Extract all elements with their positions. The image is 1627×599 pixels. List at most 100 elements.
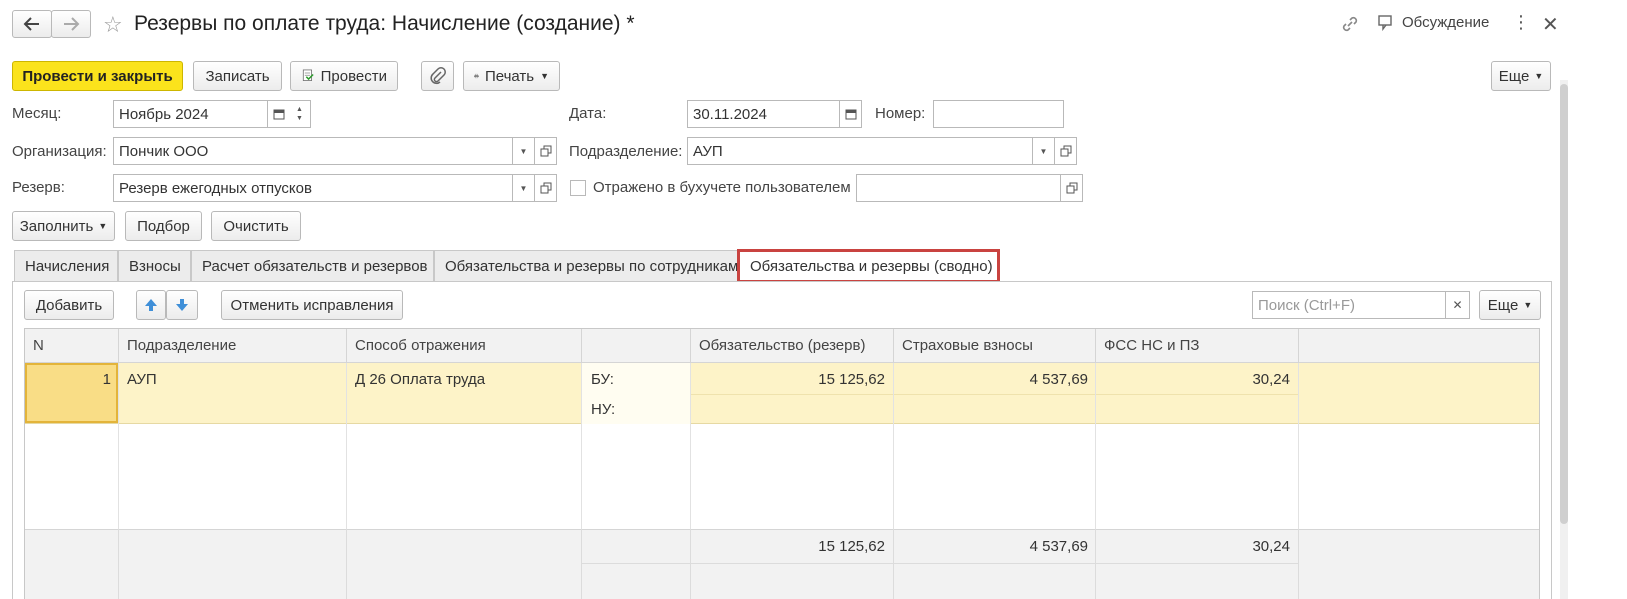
total-insurance: 4 537,69 bbox=[1029, 538, 1088, 555]
chevron-down-icon: ▼ bbox=[540, 71, 549, 81]
calendar-icon bbox=[273, 109, 284, 120]
fill-button[interactable]: Заполнить ▼ bbox=[12, 211, 115, 241]
print-label: Печать bbox=[484, 67, 535, 85]
more-button[interactable]: Еще ▼ bbox=[1491, 61, 1551, 91]
column-header-account-type[interactable] bbox=[582, 329, 691, 363]
chevron-down-icon: ▼ bbox=[519, 146, 528, 156]
chevron-down-icon: ▼ bbox=[1039, 146, 1048, 156]
more-label: Еще bbox=[1498, 67, 1530, 85]
link-icon[interactable] bbox=[1340, 14, 1360, 38]
post-button[interactable]: Провести bbox=[290, 61, 398, 91]
column-header-fss[interactable]: ФСС НС и ПЗ bbox=[1096, 329, 1299, 363]
reserve-open-button[interactable] bbox=[535, 174, 557, 202]
move-down-button[interactable] bbox=[166, 290, 198, 320]
back-button[interactable] bbox=[12, 10, 52, 38]
discussion-label: Обсуждение bbox=[1402, 14, 1490, 31]
chat-icon bbox=[1378, 14, 1392, 31]
subdivision-field[interactable]: АУП bbox=[687, 137, 1033, 165]
printer-icon bbox=[474, 73, 479, 79]
subdivision-label: Подразделение: bbox=[569, 143, 683, 160]
reflected-field[interactable] bbox=[856, 174, 1061, 202]
row-fss-bu: 30,24 bbox=[1252, 371, 1290, 388]
table-more-label: Еще bbox=[1487, 296, 1519, 314]
organization-label: Организация: bbox=[12, 143, 107, 160]
number-label: Номер: bbox=[875, 105, 926, 122]
month-label: Месяц: bbox=[12, 105, 62, 122]
calendar-button[interactable] bbox=[268, 100, 290, 128]
attach-button[interactable] bbox=[421, 61, 454, 91]
tab-accruals[interactable]: Начисления bbox=[14, 250, 118, 282]
organization-field[interactable]: Пончик ООО bbox=[113, 137, 513, 165]
totals-divider bbox=[118, 529, 119, 599]
tab-by-employees[interactable]: Обязательства и резервы по сотрудникам bbox=[434, 250, 738, 282]
add-button[interactable]: Добавить bbox=[24, 290, 114, 320]
pick-button[interactable]: Подбор bbox=[125, 211, 202, 241]
chevron-down-icon: ▼ bbox=[98, 221, 108, 231]
row-bu-label: БУ: bbox=[591, 371, 614, 388]
row-insurance-bu: 4 537,69 bbox=[1029, 371, 1088, 388]
clear-button[interactable]: Очистить bbox=[211, 211, 301, 241]
reserve-field[interactable]: Резерв ежегодных отпусков bbox=[113, 174, 513, 202]
search-placeholder: Поиск (Ctrl+F) bbox=[1258, 296, 1355, 314]
print-button[interactable]: Печать ▼ bbox=[463, 61, 560, 91]
totals-divider bbox=[581, 529, 582, 599]
more-vertical-icon[interactable]: ⋮ bbox=[1512, 12, 1530, 33]
move-up-button[interactable] bbox=[136, 290, 166, 320]
open-window-icon bbox=[1060, 145, 1071, 157]
cancel-corrections-button[interactable]: Отменить исправления bbox=[221, 290, 403, 320]
date-field[interactable]: 30.11.2024 bbox=[687, 100, 840, 128]
search-clear-button[interactable]: ✕ bbox=[1446, 291, 1470, 319]
column-header-obligation[interactable]: Обязательство (резерв) bbox=[691, 329, 894, 363]
scrollbar-thumb[interactable] bbox=[1560, 84, 1568, 524]
arrow-left-icon bbox=[23, 17, 39, 31]
vertical-scrollbar[interactable] bbox=[1560, 80, 1568, 599]
organization-dropdown[interactable]: ▼ bbox=[513, 137, 535, 165]
date-calendar-button[interactable] bbox=[840, 100, 862, 128]
stepper-up-icon: ▲ bbox=[296, 106, 303, 113]
month-field[interactable]: Ноябрь 2024 bbox=[113, 100, 268, 128]
tab-contributions[interactable]: Взносы bbox=[118, 250, 191, 282]
open-window-icon bbox=[540, 182, 551, 194]
tab-calculation[interactable]: Расчет обязательств и резервов bbox=[191, 250, 434, 282]
row-subdivision: АУП bbox=[127, 371, 157, 388]
column-header-subdivision[interactable]: Подразделение bbox=[119, 329, 347, 363]
row-method: Д 26 Оплата труда bbox=[355, 371, 486, 388]
open-window-icon bbox=[540, 145, 551, 157]
chevron-down-icon: ▼ bbox=[1534, 71, 1544, 81]
month-stepper[interactable]: ▲ ▼ bbox=[289, 100, 311, 128]
row-nu-divider bbox=[691, 394, 1299, 395]
column-header-insurance[interactable]: Страховые взносы bbox=[894, 329, 1096, 363]
post-label: Провести bbox=[320, 67, 387, 85]
totals-subdivider bbox=[582, 563, 1299, 564]
row-obligation-bu: 15 125,62 bbox=[818, 371, 885, 388]
post-and-close-button[interactable]: Провести и закрыть bbox=[12, 61, 183, 91]
open-window-icon bbox=[1066, 182, 1077, 194]
fill-label: Заполнить bbox=[19, 217, 94, 235]
reflected-open-button[interactable] bbox=[1061, 174, 1083, 202]
number-field[interactable] bbox=[933, 100, 1064, 128]
organization-open-button[interactable] bbox=[535, 137, 557, 165]
search-input[interactable]: Поиск (Ctrl+F) bbox=[1252, 291, 1446, 319]
reserve-dropdown[interactable]: ▼ bbox=[513, 174, 535, 202]
column-header-n[interactable]: N bbox=[25, 329, 119, 363]
row-number: 1 bbox=[102, 371, 111, 388]
reflected-checkbox[interactable] bbox=[570, 180, 586, 196]
chevron-down-icon: ▼ bbox=[519, 183, 528, 193]
total-obligation: 15 125,62 bbox=[818, 538, 885, 555]
stepper-down-icon: ▼ bbox=[296, 115, 303, 122]
subdivision-dropdown[interactable]: ▼ bbox=[1033, 137, 1055, 165]
save-button[interactable]: Записать bbox=[193, 61, 282, 91]
subdivision-open-button[interactable] bbox=[1055, 137, 1077, 165]
close-icon[interactable]: ✕ bbox=[1542, 12, 1559, 37]
chevron-down-icon: ▼ bbox=[1523, 300, 1533, 310]
total-fss: 30,24 bbox=[1252, 538, 1290, 555]
column-header-method[interactable]: Способ отражения bbox=[347, 329, 582, 363]
tab-summary[interactable]: Обязательства и резервы (сводно) bbox=[737, 249, 1000, 283]
arrow-down-icon bbox=[176, 299, 188, 311]
column-header-empty bbox=[1299, 329, 1539, 363]
row-nu-label: НУ: bbox=[591, 401, 616, 418]
table-more-button[interactable]: Еще ▼ bbox=[1479, 290, 1541, 320]
favorite-star-icon[interactable]: ☆ bbox=[103, 12, 123, 38]
discussion-button[interactable]: Обсуждение bbox=[1378, 14, 1489, 31]
forward-button[interactable] bbox=[51, 10, 91, 38]
